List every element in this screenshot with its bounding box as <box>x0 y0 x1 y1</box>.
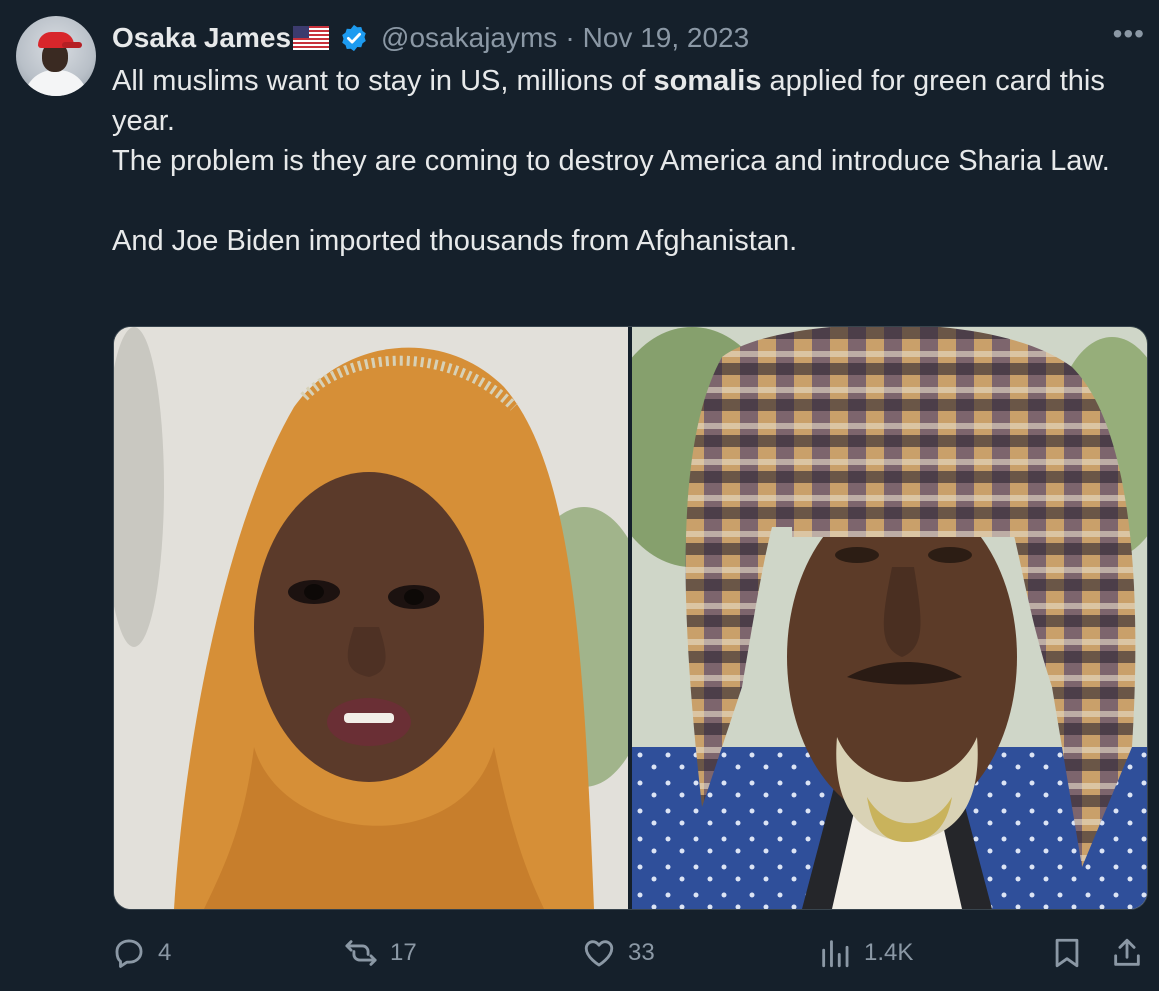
header-separator: · <box>565 22 575 53</box>
bold-word: somalis <box>653 65 762 97</box>
reply-count: 4 <box>158 939 172 966</box>
tweet-paragraph-2: The problem is they are coming to destro… <box>112 145 1110 177</box>
repost-icon <box>345 940 377 966</box>
tweet-text: All muslims want to stay in US, millions… <box>112 61 1132 261</box>
views-count: 1.4K <box>864 939 914 966</box>
views-button[interactable]: 1.4K <box>818 936 913 970</box>
tweet-paragraph-1: All muslims want to stay in US, millions… <box>112 65 1105 137</box>
like-count: 33 <box>628 939 655 966</box>
heart-icon <box>584 940 614 967</box>
author-handle[interactable]: @osakajayms <box>381 22 557 54</box>
tweet-date[interactable]: Nov 19, 2023 <box>583 22 750 54</box>
verified-badge-icon[interactable] <box>339 23 369 53</box>
media-grid <box>113 326 1148 910</box>
repost-button[interactable]: 17 <box>344 936 417 970</box>
us-flag-icon <box>293 26 330 50</box>
tweet-header: Osaka James @osakajayms · Nov 19, 2023 <box>112 20 749 56</box>
bookmark-button[interactable] <box>1050 936 1084 970</box>
reply-button[interactable]: 4 <box>112 936 171 970</box>
tweet-paragraph-3: And Joe Biden imported thousands from Af… <box>112 225 798 257</box>
share-icon <box>1114 938 1140 966</box>
views-icon <box>822 940 849 968</box>
photo-woman-hijab[interactable] <box>114 327 628 909</box>
share-button[interactable] <box>1110 936 1144 970</box>
reply-icon <box>115 939 143 968</box>
author-avatar[interactable] <box>16 16 96 96</box>
repost-count: 17 <box>390 939 417 966</box>
photo-man-headwrap[interactable] <box>632 327 1147 909</box>
tweet-actions: 4 17 33 1.4K <box>112 928 1152 978</box>
bookmark-icon <box>1055 938 1079 968</box>
like-button[interactable]: 33 <box>582 936 655 970</box>
author-name[interactable]: Osaka James <box>112 22 291 54</box>
more-options-icon[interactable]: ••• <box>1113 20 1145 48</box>
